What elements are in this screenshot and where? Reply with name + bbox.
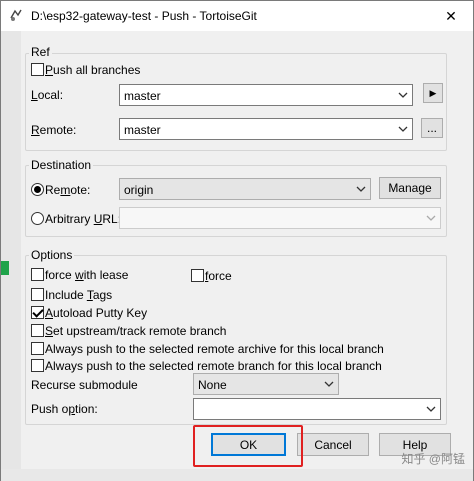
local-branch-value: master xyxy=(124,89,161,103)
title-bar[interactable]: D:\esp32-gateway-test - Push - TortoiseG… xyxy=(1,1,473,31)
autoload-putty-key-checkbox[interactable] xyxy=(31,306,44,319)
background-taskbar-band xyxy=(1,469,473,481)
set-upstream-label[interactable]: Set upstream/track remote branch xyxy=(45,324,226,338)
cancel-button[interactable]: Cancel xyxy=(297,433,369,456)
close-icon: ✕ xyxy=(445,7,457,24)
chevron-down-icon xyxy=(356,186,366,192)
arbitrary-url-label[interactable]: Arbitrary URL: xyxy=(45,212,121,226)
remote-select-value: origin xyxy=(124,183,154,197)
include-tags-label[interactable]: Include Tags xyxy=(45,288,112,302)
push-all-branches-checkbox[interactable] xyxy=(31,63,44,76)
local-label: Local: xyxy=(31,88,64,102)
include-tags-checkbox[interactable] xyxy=(31,288,44,301)
play-arrow-icon: ▶ xyxy=(429,87,437,98)
force-label[interactable]: force xyxy=(205,269,232,283)
push-dialog: D:\esp32-gateway-test - Push - TortoiseG… xyxy=(0,0,474,481)
local-browse-button[interactable]: ▶ xyxy=(423,83,443,103)
remote-radio[interactable] xyxy=(31,183,44,196)
chevron-down-icon xyxy=(426,406,436,412)
remote-branch-combo[interactable]: master xyxy=(119,118,413,140)
options-group-label: Options xyxy=(29,248,75,262)
chevron-down-icon xyxy=(398,92,408,98)
set-upstream-checkbox[interactable] xyxy=(31,324,44,337)
remote-radio-label[interactable]: Remote: xyxy=(45,183,90,197)
autoload-putty-key-label[interactable]: Autoload Putty Key xyxy=(45,306,147,320)
push-option-label: Push option: xyxy=(31,402,98,416)
tortoisegit-icon xyxy=(10,9,22,21)
recurse-submodule-value: None xyxy=(198,378,227,392)
recurse-submodule-select[interactable]: None xyxy=(193,373,339,395)
ok-button-annotation-box xyxy=(193,425,303,467)
watermark: 知乎 @阿锰 xyxy=(401,452,465,466)
destination-group-label: Destination xyxy=(29,158,94,172)
arbitrary-url-input[interactable] xyxy=(119,207,441,229)
recurse-submodule-label: Recurse submodule xyxy=(31,378,138,392)
background-window-strip xyxy=(1,31,21,471)
remote-select[interactable]: origin xyxy=(119,178,371,200)
push-all-branches-label[interactable]: Push all branches xyxy=(45,63,140,77)
chevron-down-icon xyxy=(398,126,408,132)
force-with-lease-label[interactable]: force with lease xyxy=(45,268,128,282)
remote-branch-browse-button[interactable]: ... xyxy=(421,118,443,138)
manage-button[interactable]: Manage xyxy=(379,177,441,199)
always-push-branch-label[interactable]: Always push to the selected remote branc… xyxy=(45,359,382,373)
always-push-archive-label[interactable]: Always push to the selected remote archi… xyxy=(45,342,384,356)
remote-branch-label: Remote: xyxy=(31,123,77,137)
force-with-lease-checkbox[interactable] xyxy=(31,268,44,281)
window-title: D:\esp32-gateway-test - Push - TortoiseG… xyxy=(31,9,257,23)
ref-group-label: Ref xyxy=(29,45,52,59)
always-push-branch-checkbox[interactable] xyxy=(31,359,44,372)
local-branch-combo[interactable]: master xyxy=(119,84,413,106)
force-checkbox[interactable] xyxy=(191,269,204,282)
remote-branch-value: master xyxy=(124,123,161,137)
chevron-down-icon xyxy=(426,215,436,221)
background-green-marker xyxy=(1,261,9,275)
close-button[interactable]: ✕ xyxy=(429,1,473,31)
push-option-input[interactable] xyxy=(193,398,441,420)
always-push-archive-checkbox[interactable] xyxy=(31,342,44,355)
chevron-down-icon xyxy=(324,381,334,387)
arbitrary-url-radio[interactable] xyxy=(31,212,44,225)
